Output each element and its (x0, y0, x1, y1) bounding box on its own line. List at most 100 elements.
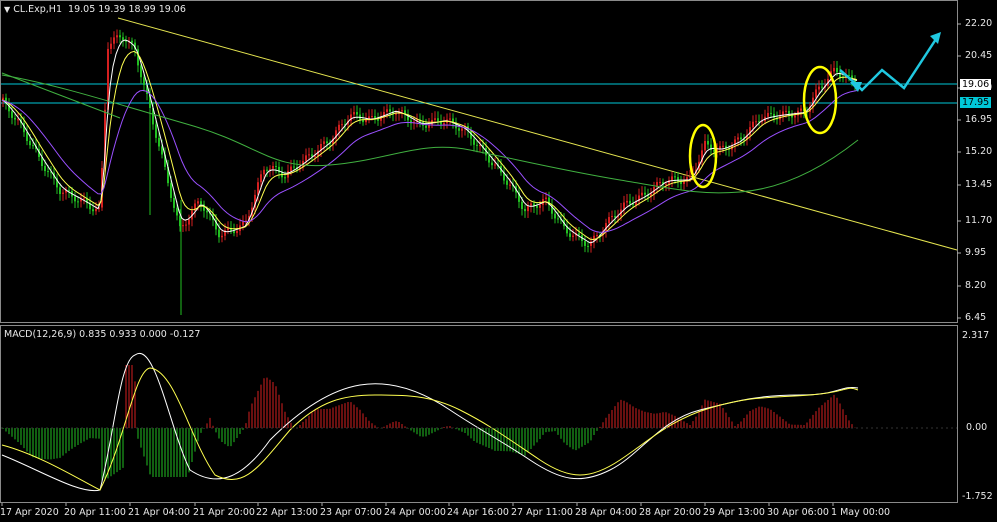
candle-body (95, 208, 97, 212)
macd-axis-bottom: -1.752 (962, 491, 993, 502)
candle-body (11, 111, 13, 118)
candle-body (629, 200, 631, 204)
candle-body (197, 201, 199, 204)
candle-body (83, 198, 85, 200)
candle-body (578, 233, 580, 236)
candle-body (341, 124, 343, 126)
candle-body (305, 155, 307, 162)
time-tick: 27 Apr 11:00 (511, 507, 573, 518)
candle-body (800, 108, 802, 111)
time-tick: 30 Apr 06:00 (767, 507, 829, 518)
candle-body (386, 109, 388, 112)
time-tick: 21 Apr 04:00 (128, 507, 190, 518)
candle-body (437, 118, 439, 122)
candle-body (659, 182, 661, 184)
downtrend-line (117, 17, 958, 251)
candle-body (200, 201, 202, 205)
candle-body (266, 169, 268, 171)
candle-body (671, 176, 673, 181)
candle-body (644, 192, 646, 195)
candle-body (836, 67, 838, 73)
candle-body (110, 43, 112, 49)
candle-body (530, 203, 532, 206)
candle-body (434, 118, 436, 120)
price-tick: 6.45 (965, 312, 987, 323)
time-tick: 22 Apr 13:00 (256, 507, 318, 518)
candle-body (752, 121, 754, 128)
candle-body (626, 200, 628, 203)
candle-body (737, 137, 739, 140)
candle-body (506, 180, 508, 185)
candle-body (545, 197, 547, 199)
candle-body (173, 197, 175, 208)
candle-body (29, 141, 31, 146)
ma-slow-line (1, 89, 858, 233)
time-tick: 17 Apr 2020 (0, 507, 59, 518)
candle-body (68, 189, 70, 192)
candle-body (338, 124, 340, 131)
highlight-circle (802, 65, 838, 135)
candle-body (425, 125, 427, 128)
candle-body (26, 132, 28, 142)
candle-body (14, 117, 16, 120)
candle-body (62, 192, 64, 194)
candle-body (449, 118, 451, 120)
candle-body (119, 35, 121, 38)
candle-body (488, 155, 490, 163)
candle-body (260, 174, 262, 183)
candle-body (131, 40, 133, 43)
ohlc-values: 19.05 19.39 18.99 19.06 (68, 4, 186, 15)
candle-body (158, 137, 160, 147)
chevron-down-icon[interactable]: ▼ (4, 5, 10, 14)
candle-body (473, 138, 475, 145)
candle-body (218, 229, 220, 238)
candle-body (242, 221, 244, 226)
price-tick: 15.20 (965, 146, 993, 157)
chart-header: ▼ CL.Exp,H1 19.05 19.39 18.99 19.06 (4, 4, 186, 15)
candle-body (182, 225, 184, 227)
price-tick: 20.45 (965, 50, 993, 61)
candle-body (596, 235, 598, 237)
time-tick: 28 Apr 04:00 (575, 507, 637, 518)
time-tick: 29 Apr 13:00 (703, 507, 765, 518)
candle-body (206, 210, 208, 213)
price-tick: 8.20 (965, 280, 987, 291)
candle-body (143, 77, 145, 86)
level-price-tag: 17.95 (960, 97, 992, 108)
candle-body (77, 201, 79, 203)
candle-body (740, 137, 742, 140)
candle-body (269, 168, 271, 170)
chart-canvas[interactable] (0, 0, 997, 522)
candle-body (818, 86, 820, 90)
candle-body (770, 112, 772, 114)
candle-body (821, 86, 823, 88)
time-tick: 28 Apr 20:00 (639, 507, 701, 518)
candle-body (524, 208, 526, 212)
macd-title: MACD(12,26,9) 0.835 0.933 0.000 -0.127 (4, 329, 201, 340)
candle-body (371, 115, 373, 117)
candle-body (611, 215, 613, 218)
trading-terminal: ▼ CL.Exp,H1 19.05 19.39 18.99 19.06 MACD… (0, 0, 997, 522)
candle-body (188, 219, 190, 225)
candle-body (587, 245, 589, 247)
candle-body (323, 141, 325, 144)
candle-body (755, 121, 757, 123)
candle-body (170, 183, 172, 198)
candle-body (122, 37, 124, 41)
candle-body (185, 224, 187, 226)
symbol-label: CL.Exp,H1 (13, 4, 62, 15)
candle-body (476, 144, 478, 146)
candle-body (32, 145, 34, 147)
candle-body (461, 128, 463, 131)
candle-body (236, 231, 238, 234)
candle-body (557, 218, 559, 220)
candle-body (719, 146, 721, 149)
candle-body (833, 67, 835, 72)
candle-body (704, 141, 706, 151)
candle-body (326, 141, 328, 144)
candle-body (539, 204, 541, 208)
candle-body (272, 165, 274, 169)
time-tick: 20 Apr 11:00 (64, 507, 126, 518)
ma-long-line (1, 74, 859, 194)
candle-body (290, 166, 292, 171)
